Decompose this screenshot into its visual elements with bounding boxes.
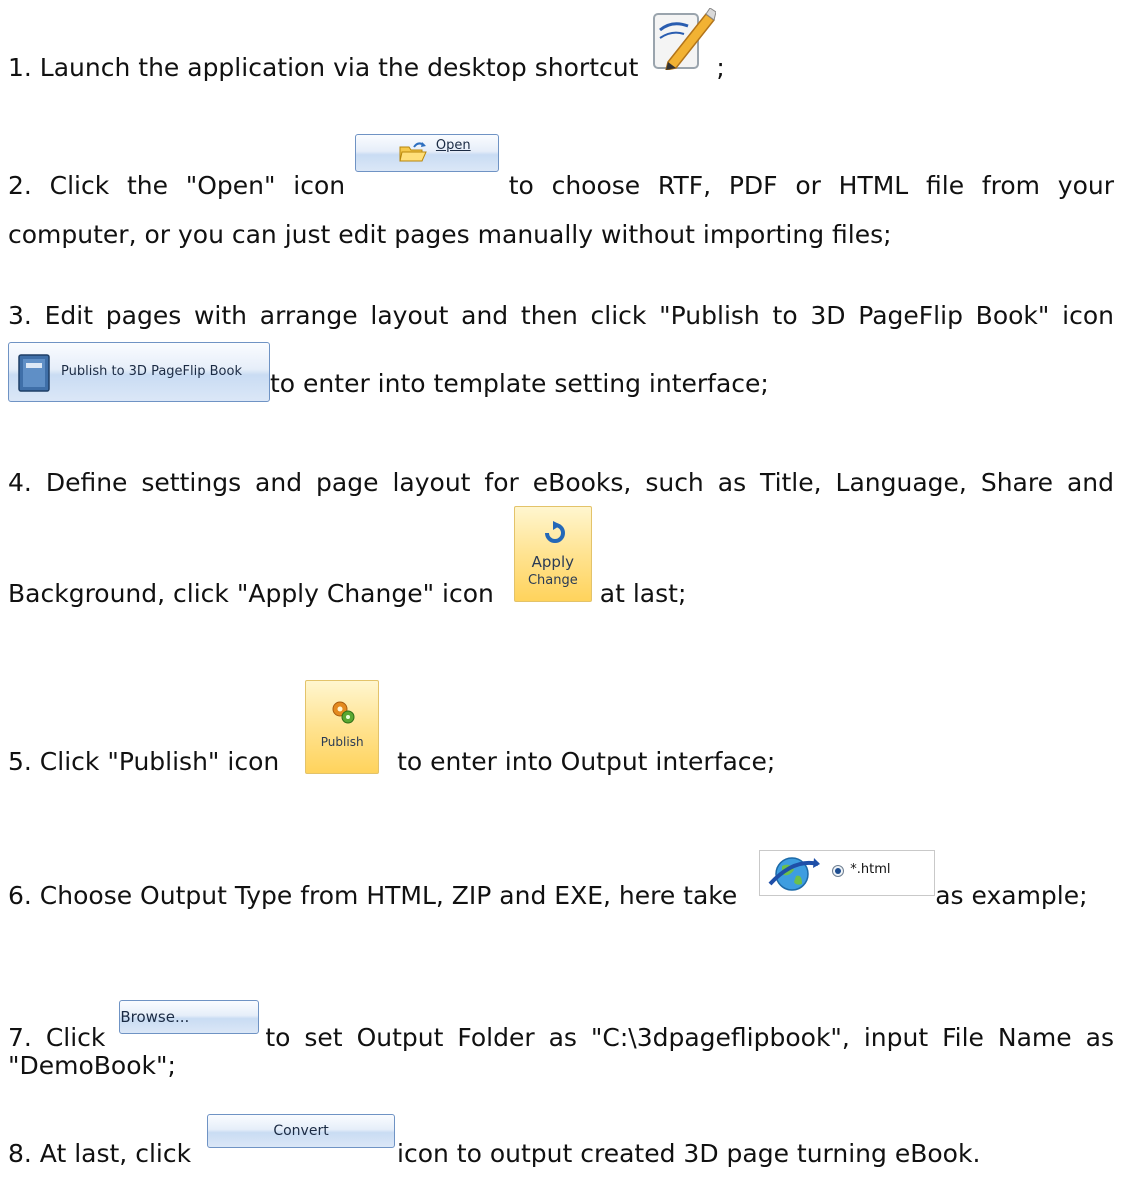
step-4-line-2: Background, click "Apply Change" icon Ap… [8, 506, 1114, 674]
step-4-after: at last; [599, 579, 687, 608]
step-3-after: to enter into template setting interface… [270, 369, 769, 398]
step-2-after: to choose RTF, PDF or HTML file from you… [508, 171, 1115, 200]
apply-change-label-2: Change [527, 573, 578, 588]
step-1-text: 1. Launch the application via the deskto… [8, 53, 639, 82]
step-5-before: 5. Click "Publish" icon [8, 747, 280, 776]
step-4-line1: 4. Define settings and page layout for e… [8, 468, 1114, 497]
step-6: 6. Choose Output Type from HTML, ZIP and… [8, 850, 1114, 926]
open-button-label: Open [435, 138, 471, 153]
step-8-after: icon to output created 3D page turning e… [397, 1139, 981, 1168]
publish-button[interactable]: Publish [305, 680, 380, 774]
apply-change-label-1: Apply [531, 553, 574, 571]
convert-button-label: Convert [273, 1123, 329, 1139]
step-3-line1: 3. Edit pages with arrange layout and th… [8, 301, 1114, 330]
step-2-before: 2. Click the "Open" icon [8, 171, 346, 200]
step-6-before: 6. Choose Output Type from HTML, ZIP and… [8, 881, 738, 910]
step-3-line-1: 3. Edit pages with arrange layout and th… [8, 300, 1114, 332]
html-output-option[interactable]: *.html [759, 850, 936, 896]
html-radio-icon[interactable] [832, 865, 845, 877]
publish-button-label: Publish [320, 735, 364, 749]
apply-change-button[interactable]: Apply Change [513, 506, 592, 602]
publish-to-3d-pageflip-book-label: Publish to 3D PageFlip Book [61, 364, 242, 379]
step-5-after: to enter into Output interface; [397, 747, 776, 776]
book-icon [17, 353, 53, 401]
convert-button[interactable]: Convert [207, 1114, 396, 1148]
browse-button-label: Browse... [120, 1008, 190, 1026]
gears-icon [330, 699, 356, 733]
step-1: 1. Launch the application via the deskto… [8, 7, 1114, 114]
step-4-line-1: 4. Define settings and page layout for e… [8, 467, 1114, 499]
step-7-before: 7. Click [8, 1023, 106, 1052]
step-4-before: Background, click "Apply Change" icon [8, 579, 494, 608]
refresh-icon [543, 519, 567, 551]
globe-icon [768, 854, 821, 902]
step-2-line2: computer, or you can just edit pages man… [8, 220, 892, 249]
step-7-line-2: "DemoBook"; [8, 1050, 1114, 1082]
step-3-line-2: Publish to 3D PageFlip Book to enter int… [8, 342, 1114, 428]
step-2-line-2: computer, or you can just edit pages man… [8, 219, 1114, 251]
step-2-line-1: 2. Click the "Open" icon Open to choose … [8, 134, 1115, 208]
step-5: 5. Click "Publish" icon Publish to enter… [8, 680, 1114, 840]
html-option-label: *.html [850, 862, 891, 877]
step-8: 8. At last, click Convert icon to output… [8, 1114, 1114, 1172]
step-6-after: as example; [935, 881, 1088, 910]
step-8-before: 8. At last, click [8, 1139, 192, 1168]
open-folder-icon [398, 139, 428, 171]
desktop-shortcut-icon[interactable] [644, 7, 717, 71]
step-1-after: ; [716, 53, 725, 82]
browse-button[interactable]: Browse... [119, 1000, 260, 1034]
step-7-after: to set Output Folder as "C:\3dpageflipbo… [265, 1023, 1114, 1052]
step-7-line2: "DemoBook"; [8, 1051, 176, 1080]
publish-to-3d-pageflip-book-button[interactable]: Publish to 3D PageFlip Book [8, 342, 270, 402]
open-button[interactable]: Open [354, 134, 499, 172]
